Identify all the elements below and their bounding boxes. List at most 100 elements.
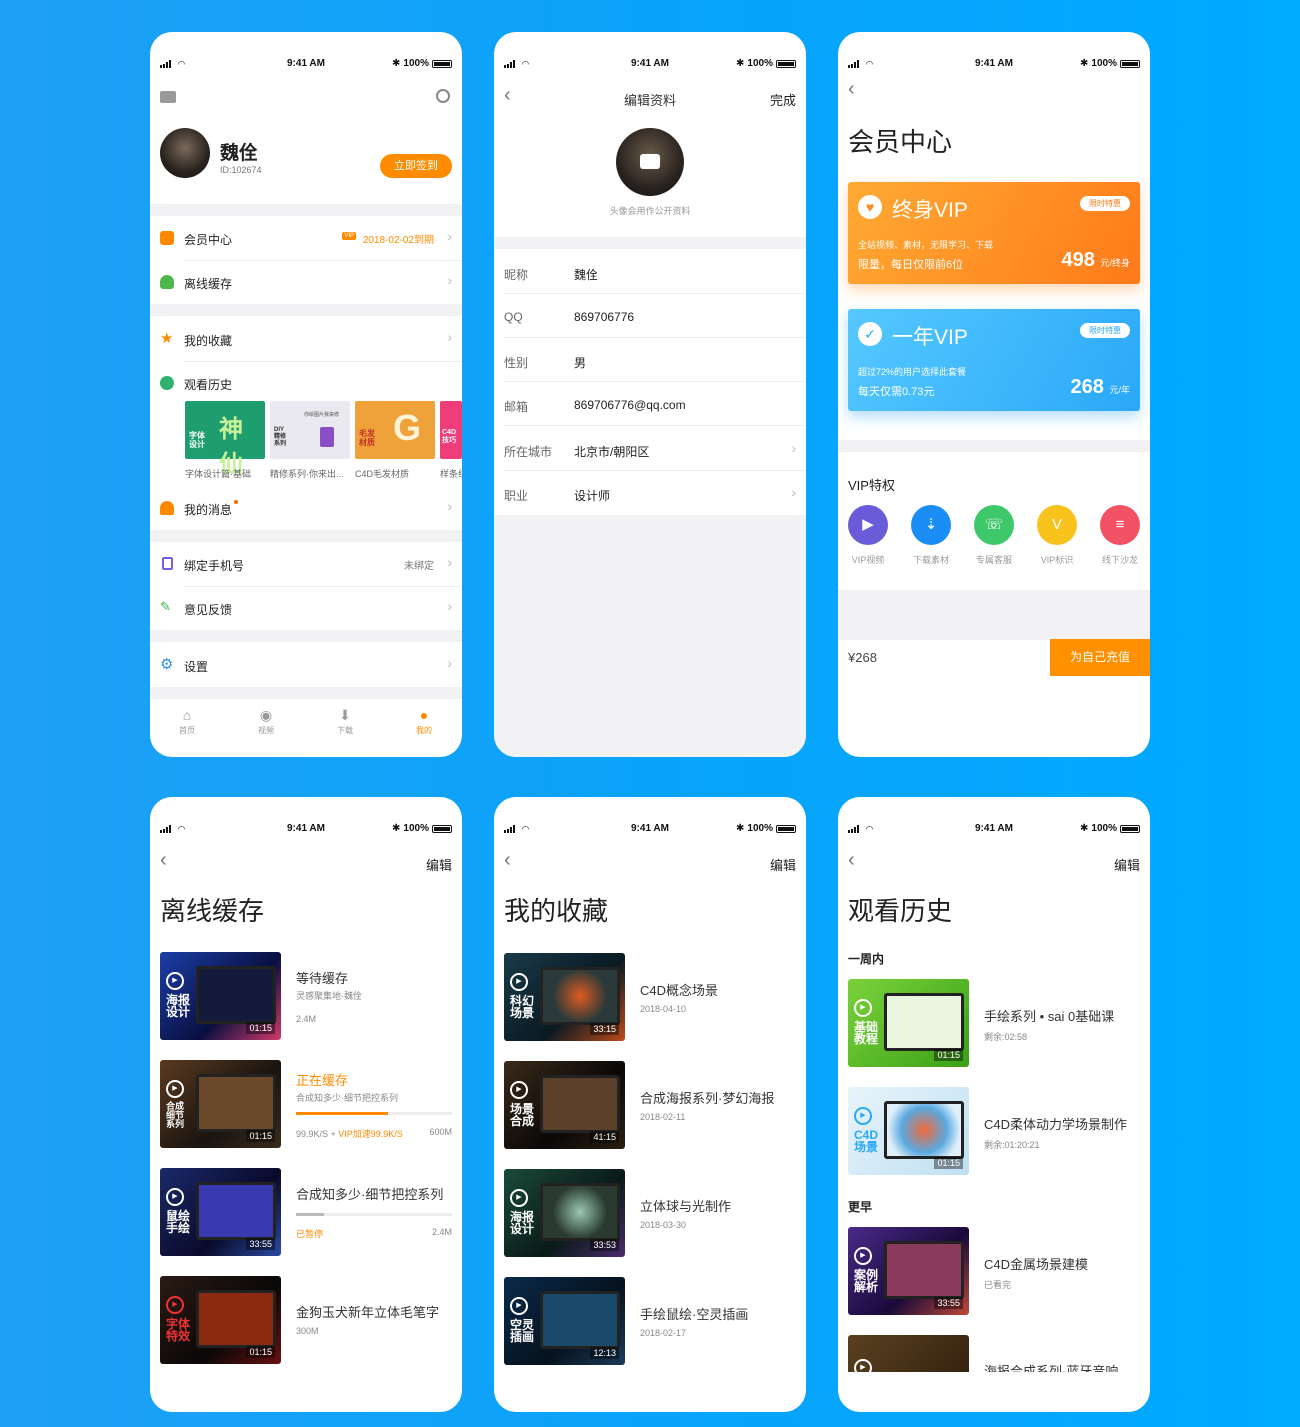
field-label: QQ [504,310,523,324]
item-title: 手绘系列 • sai 0基础课 [984,1009,1115,1024]
row-messages[interactable]: 我的消息 › [150,486,462,530]
field-qq[interactable]: QQ 869706776 [494,294,806,338]
card-desc: 全站视频、素材，无限学习、下载 [858,240,994,250]
video-thumb[interactable]: ▶ 科幻场景 33:15 [504,953,625,1041]
priv-salon[interactable]: ≡ 线下沙龙 [1097,505,1143,566]
item-date: 2018-02-17 [640,1328,687,1338]
field-city[interactable]: 所在城市 北京市/朝阳区 › [494,427,806,471]
priv-download[interactable]: ⇣ 下载素材 [908,505,954,566]
tab-me[interactable]: ● 我的 [399,707,449,736]
tab-download[interactable]: ⬇ 下载 [320,707,370,736]
field-job[interactable]: 职业 设计师 › [494,471,806,515]
history-thumb[interactable]: 你绘图片我来修 DIY精修系列 [270,401,350,459]
priv-vip-video[interactable]: ▶ VIP视频 [845,505,891,566]
video-thumb[interactable]: ▶ 鼠绘手绘 33:55 [160,1168,281,1256]
video-thumb: ▶ [848,1335,969,1372]
annual-vip-card[interactable]: ✓ 一年VIP 限时特惠 超过72%的用户选择此套餐 每天仅需0.73元 268… [848,309,1140,411]
laptop-frame [196,966,276,1024]
battery: ✱ 100% [736,823,796,834]
tab-video[interactable]: ◉ 视频 [241,707,291,736]
video-thumb[interactable]: ▶ 案例解析 33:55 [848,1227,969,1315]
edit-button[interactable]: 编辑 [770,855,796,874]
tab-home[interactable]: ⌂ 首页 [162,707,212,736]
vip-speed: VIP加速99.9K/S [338,1129,403,1139]
page-title: 编辑资料 [623,93,676,108]
avatar[interactable] [160,128,210,178]
lifetime-vip-card[interactable]: ♥ 终身VIP 限时特惠 全站视频、素材，无限学习、下载 限量，每日仅限前6位 … [848,182,1140,284]
battery-text: 100% [747,58,773,69]
status-bar: ◠ 9:41 AM ✱ 100% [494,58,806,82]
search-icon[interactable] [436,89,450,103]
row-bind-phone[interactable]: 绑定手机号 未绑定 › [150,542,462,586]
edit-button[interactable]: 编辑 [1114,855,1140,874]
row-offline[interactable]: 离线缓存 › [150,260,462,304]
thumb-tag: 海报设计 [166,993,191,1019]
back-icon[interactable]: ‹ [848,849,855,872]
back-icon[interactable]: ‹ [504,849,511,872]
item-progress: 剩余:02:58 [984,1032,1028,1042]
thumb-tag: 字体设计 [189,431,205,449]
row-vip-center[interactable]: 会员中心 VIP 2018-02-02到期 › [150,216,462,260]
laptop-frame [884,1241,964,1299]
chevron-right-icon: › [791,484,796,500]
history-item-partial[interactable]: ▶ 海报合成系列·蓝牙音响 [838,1335,1150,1372]
card-title: 终身VIP [892,199,968,222]
history-thumb[interactable]: 神仙 字体设计 [185,401,265,478]
field-gender[interactable]: 性别 男 [494,338,806,382]
video-thumb[interactable]: ▶ 海报设计 33:53 [504,1169,625,1257]
video-thumb[interactable]: ▶ C4D场景 01:15 [848,1087,969,1175]
divider [150,204,462,216]
cloud-download-icon [160,275,174,289]
video-thumb[interactable]: ▶ 基础教程 01:15 [848,979,969,1067]
laptop-frame [540,967,620,1025]
done-button[interactable]: 完成 [770,90,796,109]
priv-support[interactable]: ☏ 专属客服 [971,505,1017,566]
bluetooth-icon: ✱ [736,823,745,834]
back-icon[interactable]: ‹ [848,78,855,101]
field-label: 职业 [504,489,529,503]
row-feedback[interactable]: ✎ 意见反馈 › [150,586,462,630]
avatar-upload[interactable] [616,128,684,196]
vip-expiry: 2018-02-02到期 [362,235,434,246]
battery-text: 100% [747,823,773,834]
duration: 33:55 [246,1238,275,1250]
play-icon: ▶ [510,1081,528,1099]
phone-icon [162,557,173,570]
battery: ✱ 100% [392,823,452,834]
checkin-button[interactable]: 立即签到 [380,154,452,178]
chevron-right-icon: › [447,329,452,345]
history-thumb[interactable]: C4D技巧 [440,401,462,459]
card-desc: 超过72%的用户选择此套餐 [858,367,967,377]
field-email[interactable]: 邮箱 869706776@qq.com [494,382,806,426]
video-thumb[interactable]: ▶ 字体特效 01:15 [160,1276,281,1364]
field-nickname[interactable]: 昵称 魏佺 [494,250,806,294]
battery-icon [432,59,452,68]
duration: 01:15 [246,1130,275,1142]
video-thumb[interactable]: ▶ 合成细节系列 01:15 [160,1060,281,1148]
history-thumb[interactable]: G 毛发材质 [355,401,435,459]
video-thumb[interactable]: ▶ 海报设计 01:15 [160,952,281,1040]
back-icon[interactable]: ‹ [160,849,167,872]
battery-icon [776,59,796,68]
thumb-art: 你绘图片我来修 [304,412,340,418]
chevron-right-icon: › [791,440,796,456]
phone-status: 未绑定 [404,561,434,572]
thumb-tag: 基础教程 [854,1020,879,1046]
mail-icon[interactable] [160,91,176,103]
video-thumb[interactable]: ▶ 空灵插画 12:13 [504,1277,625,1365]
pay-button[interactable]: 为自己充值 [1050,639,1150,676]
star-icon: ★ [160,330,174,347]
status-bar: ◠ 9:41 AM ✱ 100% [494,823,806,847]
item-date: 2018-03-30 [640,1220,687,1230]
item-title: 金狗玉犬新年立体毛笔字 [296,1305,440,1320]
edit-button[interactable]: 编辑 [426,855,452,874]
row-history[interactable]: 观看历史 [150,361,462,405]
row-label: 离线缓存 [184,277,233,291]
item-sub: 合成知多少·细节把控系列 [296,1093,398,1103]
row-favorites[interactable]: ★ 我的收藏 › [150,317,462,361]
priv-vip-badge[interactable]: V VIP标识 [1034,505,1080,566]
item-title: 合成海报系列·梦幻海报 [640,1091,775,1106]
video-thumb[interactable]: ▶ 场景合成 41:15 [504,1061,625,1149]
item-size: 300M [296,1326,319,1336]
row-settings[interactable]: ⚙ 设置 › [150,643,462,687]
